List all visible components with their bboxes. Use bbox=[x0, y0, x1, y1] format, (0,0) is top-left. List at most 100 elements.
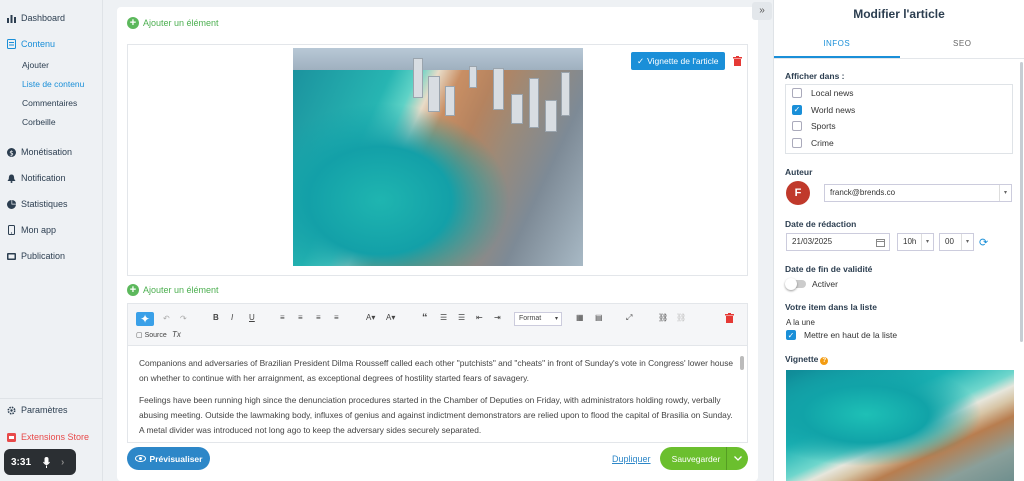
italic-icon[interactable]: I bbox=[231, 313, 233, 322]
add-element-label: Ajouter un élément bbox=[143, 285, 219, 295]
paragraph: Feelings have been running high since th… bbox=[139, 395, 733, 435]
calendar-icon[interactable] bbox=[876, 237, 885, 253]
format-dropdown[interactable]: Format ▾ bbox=[514, 312, 562, 326]
scrollbar[interactable] bbox=[1020, 62, 1023, 342]
unlink-icon[interactable]: ⛓ bbox=[676, 313, 686, 322]
add-element-button-top[interactable]: + Ajouter un élément bbox=[127, 17, 219, 29]
chevron-down-icon: ▾ bbox=[999, 185, 1011, 201]
recorder-time: 3:31 bbox=[11, 456, 32, 468]
sidebar-item-label: Dashboard bbox=[21, 13, 66, 23]
date-value: 21/03/2025 bbox=[792, 237, 833, 246]
undo-icon[interactable]: ↶ bbox=[163, 314, 170, 323]
headline-label: A la une bbox=[786, 318, 815, 327]
hour-value: 10h bbox=[903, 237, 917, 246]
sidebar-item-statistiques[interactable]: Statistiques bbox=[0, 193, 102, 215]
redo-icon[interactable]: ↷ bbox=[180, 314, 187, 323]
image-block[interactable]: ✓ Vignette de l'article bbox=[127, 44, 748, 276]
indent-icon[interactable]: ⇥ bbox=[494, 313, 501, 322]
sidebar-item-label: Paramètres bbox=[21, 405, 68, 415]
numbered-list-icon[interactable]: ☰ bbox=[458, 313, 465, 322]
hour-select[interactable]: 10h ▾ bbox=[897, 233, 934, 251]
sidebar-item-notification[interactable]: Notification bbox=[0, 167, 102, 189]
chevron-down-icon: ▾ bbox=[921, 234, 933, 250]
sidebar-item-mon-app[interactable]: Mon app bbox=[0, 219, 102, 241]
table-icon[interactable]: ▦ bbox=[576, 313, 584, 322]
tab-seo[interactable]: SEO bbox=[900, 31, 1024, 58]
add-element-button-middle[interactable]: + Ajouter un élément bbox=[127, 284, 219, 296]
author-email: franck@brends.co bbox=[830, 188, 896, 197]
category-label: Sports bbox=[811, 121, 836, 132]
author-select[interactable]: franck@brends.co ▾ bbox=[824, 184, 1012, 202]
clear-format-icon[interactable]: Tx bbox=[172, 330, 181, 339]
chevron-right-icon[interactable]: › bbox=[61, 457, 64, 468]
duplicate-link[interactable]: Dupliquer bbox=[612, 454, 651, 464]
align-right-icon[interactable]: ≡ bbox=[316, 313, 321, 322]
article-body[interactable]: Companions and adversaries of Brazilian … bbox=[128, 346, 747, 442]
svg-text:$: $ bbox=[9, 149, 13, 157]
help-icon[interactable]: ? bbox=[820, 357, 829, 365]
save-button[interactable]: Sauvegarder bbox=[660, 447, 748, 470]
bold-icon[interactable]: B bbox=[213, 313, 219, 322]
minute-select[interactable]: 00 ▾ bbox=[939, 233, 974, 251]
store-icon bbox=[6, 432, 16, 442]
voice-recorder-widget[interactable]: 3:31 › bbox=[4, 449, 76, 475]
category-label: Local news bbox=[811, 88, 854, 99]
scrollbar[interactable] bbox=[740, 356, 744, 370]
preview-button[interactable]: Prévisualiser bbox=[127, 447, 210, 470]
background-color-icon[interactable]: A▾ bbox=[386, 313, 395, 322]
align-center-icon[interactable]: ≡ bbox=[298, 313, 303, 322]
editor-footer: Prévisualiser Dupliquer Sauvegarder bbox=[127, 447, 748, 475]
checkbox-checked[interactable]: ✓ bbox=[792, 104, 802, 115]
sidebar-subitem-commentaires[interactable]: Commentaires bbox=[0, 93, 102, 112]
sidebar-item-parametres[interactable]: Paramètres bbox=[0, 399, 103, 421]
bullet-list-icon[interactable]: ☰ bbox=[440, 313, 447, 322]
fullscreen-icon[interactable]: ⤢ bbox=[626, 313, 632, 323]
date-input[interactable]: 21/03/2025 bbox=[786, 233, 890, 251]
vignette-toggle-button[interactable]: ✓ Vignette de l'article bbox=[631, 52, 725, 70]
magic-insert-button[interactable]: ✦ bbox=[136, 312, 154, 326]
rich-text-toolbar: ✦ ↶ ↷ B I U ≡ ≡ ≡ ≡ A▾ A▾ “ ☰ ☰ ⇤ ⇥ Form… bbox=[128, 304, 747, 346]
sidebar-subitem-ajouter[interactable]: Ajouter bbox=[0, 55, 102, 74]
panel-tabs: INFOS SEO bbox=[774, 31, 1024, 59]
align-justify-icon[interactable]: ≡ bbox=[334, 313, 339, 322]
tab-infos[interactable]: INFOS bbox=[774, 31, 900, 58]
edit-article-panel: Modifier l'article INFOS SEO Afficher da… bbox=[773, 0, 1024, 481]
article-editor: + Ajouter un élément ✓ Vignette de l'art… bbox=[117, 7, 758, 481]
chevron-down-icon[interactable] bbox=[726, 447, 748, 470]
horizontal-rule-icon[interactable]: ▤ bbox=[595, 313, 603, 322]
outdent-icon[interactable]: ⇤ bbox=[476, 313, 483, 322]
delete-image-block-icon[interactable] bbox=[733, 56, 743, 67]
gear-icon bbox=[6, 405, 16, 415]
sidebar-subitem-liste[interactable]: Liste de contenu bbox=[0, 74, 102, 93]
expiry-toggle[interactable] bbox=[785, 278, 806, 290]
text-color-icon[interactable]: A▾ bbox=[366, 313, 375, 322]
align-left-icon[interactable]: ≡ bbox=[280, 313, 285, 322]
vignette-image[interactable] bbox=[786, 370, 1014, 481]
sidebar-item-label: Extensions Store bbox=[21, 432, 90, 442]
phone-icon bbox=[6, 225, 16, 235]
checkbox[interactable] bbox=[792, 137, 802, 148]
date-label: Date de rédaction bbox=[785, 219, 857, 229]
collapse-panel-icon[interactable]: » bbox=[752, 2, 772, 20]
sidebar-item-extensions-store[interactable]: Extensions Store bbox=[0, 426, 103, 448]
blockquote-icon[interactable]: “ bbox=[422, 312, 428, 324]
category-option[interactable]: Sports bbox=[786, 118, 1012, 135]
link-icon[interactable]: ⛓ bbox=[658, 313, 668, 322]
category-option[interactable]: Crime bbox=[786, 135, 1012, 152]
category-option[interactable]: ✓ World news bbox=[786, 102, 1012, 119]
sidebar-item-contenu[interactable]: Contenu bbox=[0, 33, 102, 55]
checkbox[interactable] bbox=[792, 121, 802, 132]
microphone-icon[interactable] bbox=[42, 456, 51, 468]
underline-icon[interactable]: U bbox=[249, 313, 255, 322]
source-button[interactable]: ▢ Source bbox=[136, 331, 167, 339]
sidebar-subitem-corbeille[interactable]: Corbeille bbox=[0, 112, 102, 131]
checkbox[interactable] bbox=[792, 88, 802, 99]
delete-text-block-icon[interactable] bbox=[725, 313, 735, 324]
category-option[interactable]: Local news bbox=[786, 85, 1012, 102]
pin-top-checkbox[interactable]: ✓ bbox=[786, 330, 796, 340]
text-block[interactable]: ✦ ↶ ↷ B I U ≡ ≡ ≡ ≡ A▾ A▾ “ ☰ ☰ ⇤ ⇥ Form… bbox=[127, 303, 748, 443]
refresh-icon[interactable]: ⟳ bbox=[979, 236, 988, 249]
sidebar-item-publication[interactable]: Publication bbox=[0, 245, 102, 267]
sidebar-item-dashboard[interactable]: Dashboard bbox=[0, 7, 102, 29]
sidebar-item-monetisation[interactable]: $ Monétisation bbox=[0, 141, 102, 163]
